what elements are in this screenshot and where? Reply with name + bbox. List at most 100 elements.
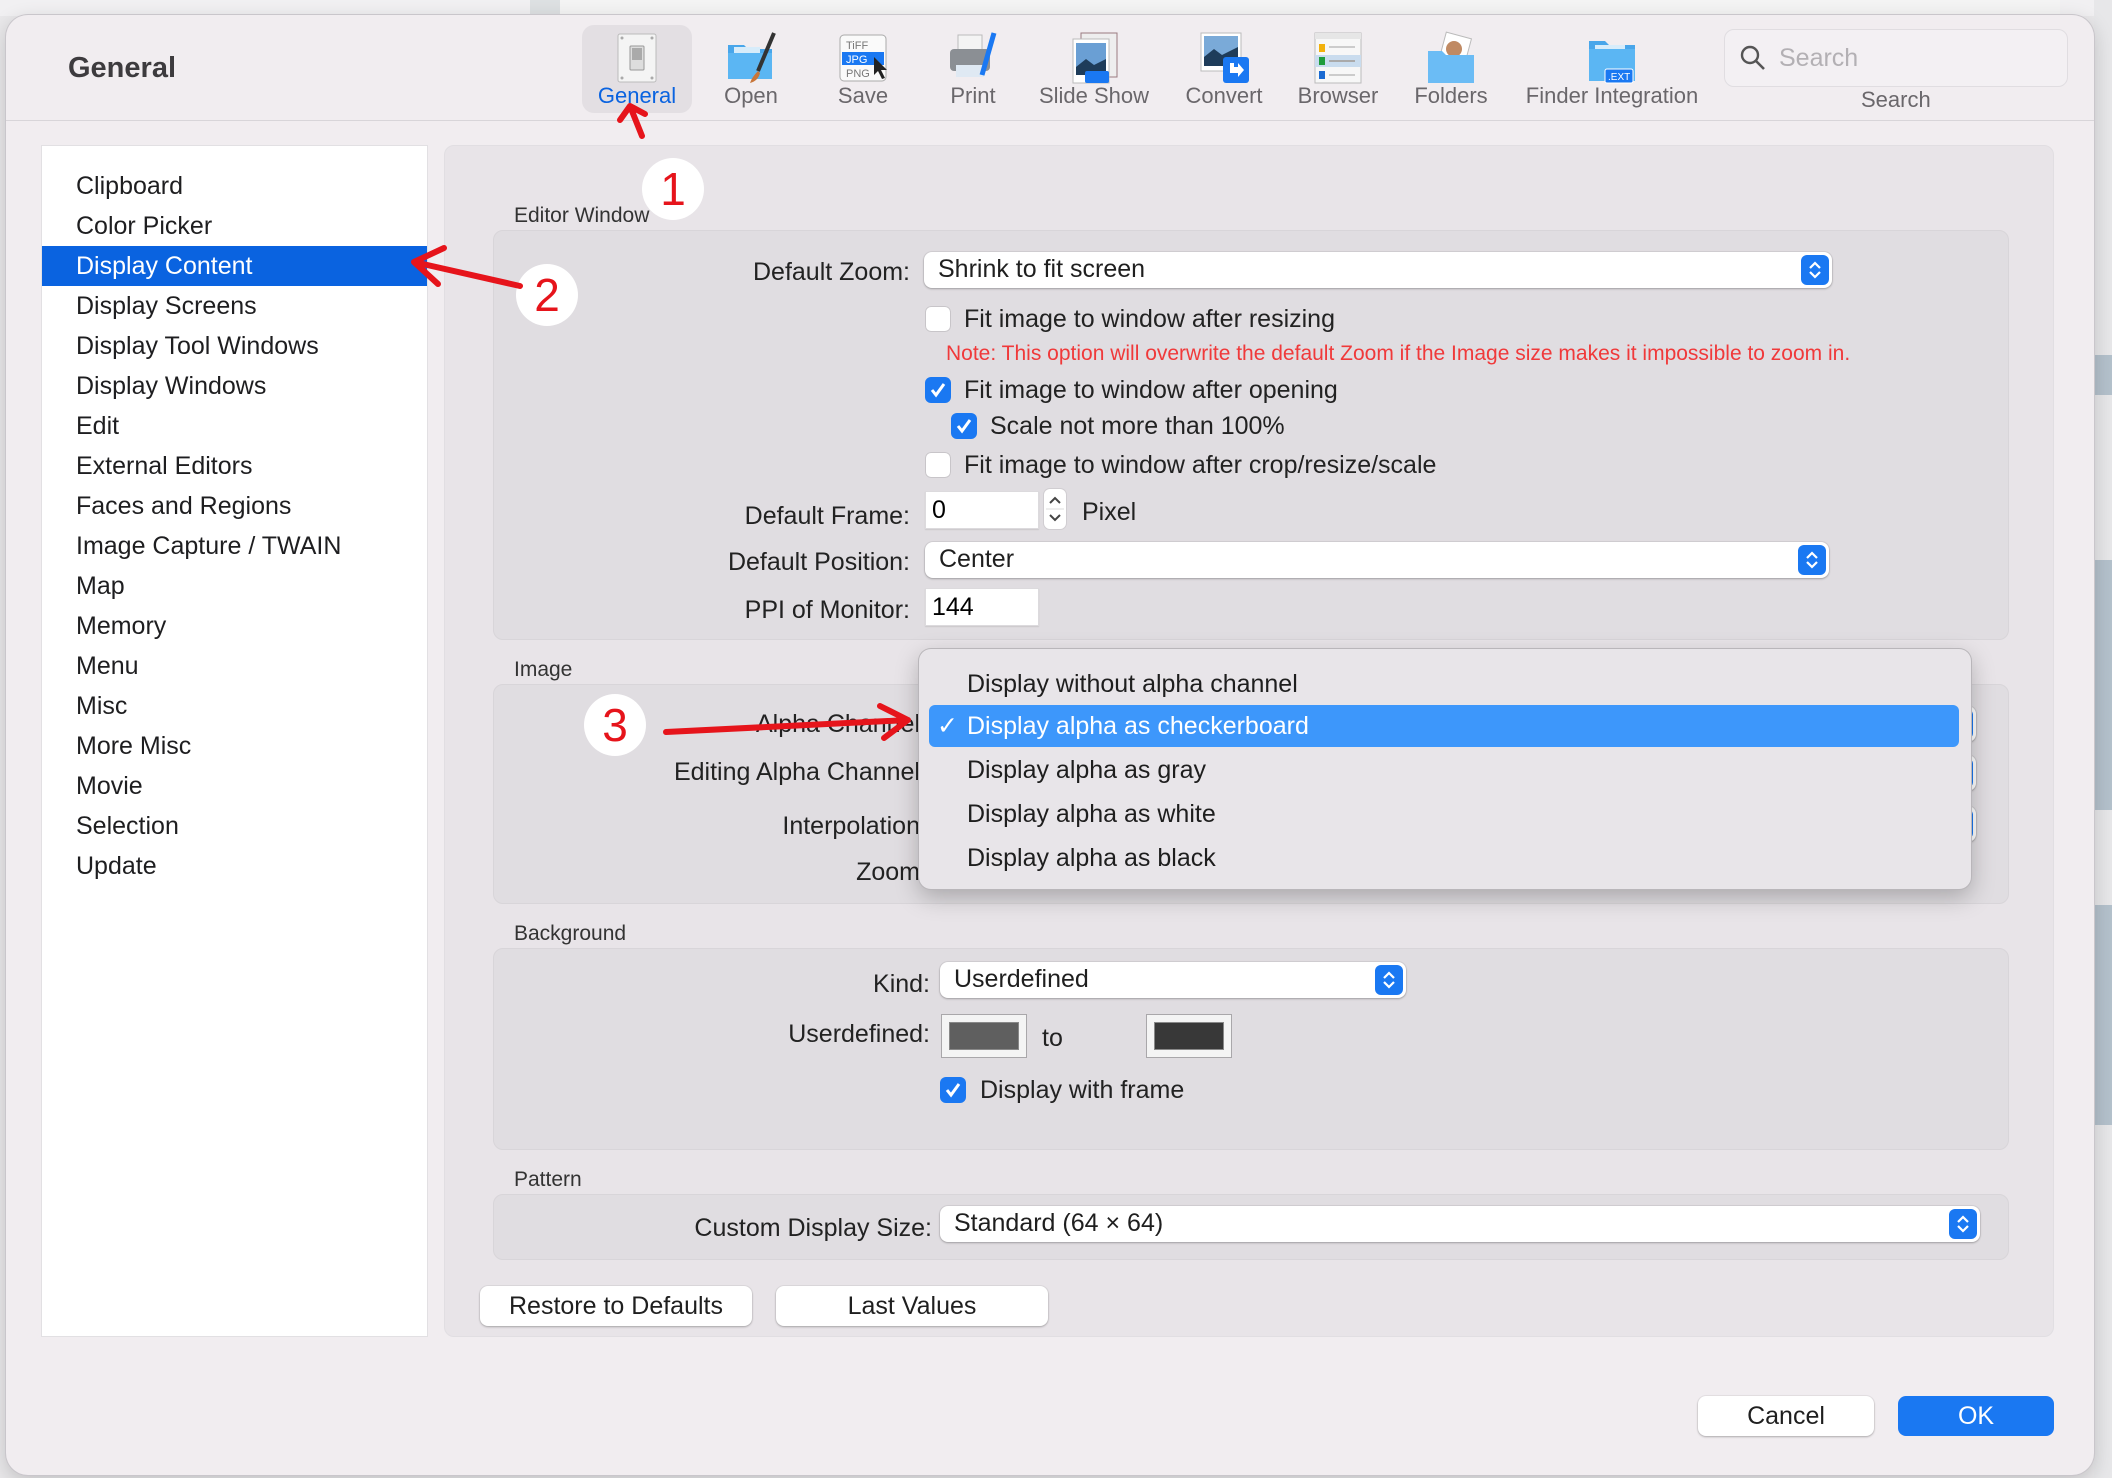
search-input[interactable] [1777,40,2051,76]
toolbar-finder-integration[interactable]: .EXT Finder Integration [1514,25,1710,113]
toolbar-label: Convert [1185,83,1263,108]
userdefined-to-label: to [1042,1024,1063,1052]
menu-item-checkerboard[interactable]: ✓ Display alpha as checkerboard [929,705,1959,747]
default-position-select[interactable]: Center [925,542,1829,578]
toolbar-save[interactable]: TiFF JPG PNG Save [818,25,908,113]
fit-after-opening-checkbox[interactable] [925,377,951,403]
color-well-from[interactable] [941,1014,1027,1058]
toolbar-label: General [597,83,677,108]
annotation-marker-3: 3 [584,694,646,756]
color-well-to[interactable] [1146,1014,1232,1058]
default-zoom-label: Default Zoom: [752,258,910,286]
svg-text:.EXT: .EXT [1608,72,1630,83]
fit-after-resizing-label: Fit image to window after resizing [964,305,1335,333]
section-title-background: Background [514,922,627,945]
cancel-button[interactable]: Cancel [1698,1396,1874,1436]
toolbar-label: Finder Integration [1525,83,1699,108]
toolbar-convert[interactable]: Convert [1176,25,1272,113]
sidebar-item-edit[interactable]: Edit [42,406,427,446]
sidebar-item-update[interactable]: Update [42,846,427,886]
toolbar: General General Open TiFF JPG PNG Save Pri… [6,15,2094,121]
last-values-button[interactable]: Last Values [776,1286,1048,1326]
window-title: General [68,52,176,84]
scale-not-more-checkbox[interactable] [951,413,977,439]
menu-item-label: Display alpha as black [967,844,1216,872]
printer-icon [946,31,1000,85]
zoom-note: Note: This option will overwrite the def… [946,342,1851,365]
annotation-marker-1: 1 [642,158,704,220]
light-switch-icon [610,31,664,85]
zoom-label: Zoom [856,858,920,886]
toolbar-label: Save [837,83,889,108]
display-with-frame-checkbox[interactable] [940,1077,966,1103]
toolbar-browser[interactable]: Browser [1288,25,1388,113]
sidebar-item-more-misc[interactable]: More Misc [42,726,427,766]
browser-icon [1311,31,1365,85]
chevron-updown-icon [1375,965,1403,995]
slideshow-icon [1067,31,1121,85]
sidebar-item-clipboard[interactable]: Clipboard [42,166,427,206]
sidebar-item-image-capture[interactable]: Image Capture / TWAIN [42,526,427,566]
menu-item-label: Display alpha as white [967,800,1216,828]
custom-display-size-label: Custom Display Size: [694,1214,932,1242]
section-title-editor-window: Editor Window [514,204,650,227]
custom-display-size-value: Standard (64 × 64) [954,1209,1164,1237]
folder-ext-icon: .EXT [1585,31,1639,85]
search-field[interactable] [1724,29,2068,87]
svg-text:JPG: JPG [846,54,867,66]
restore-defaults-button[interactable]: Restore to Defaults [480,1286,752,1326]
menu-item-black[interactable]: Display alpha as black [929,837,1959,879]
sidebar-item-display-content[interactable]: Display Content [42,246,427,286]
default-frame-stepper[interactable] [1044,489,1066,529]
default-frame-label: Default Frame: [744,502,910,530]
chevron-updown-icon [1798,545,1826,575]
sidebar-item-movie[interactable]: Movie [42,766,427,806]
ok-button[interactable]: OK [1898,1396,2054,1436]
toolbar-print[interactable]: Print [928,25,1018,113]
sidebar-item-map[interactable]: Map [42,566,427,606]
menu-item-without-alpha[interactable]: Display without alpha channel [929,663,1959,705]
background-window-right [2094,0,2112,1478]
toolbar-general[interactable]: General [582,25,692,113]
fit-after-crop-checkbox[interactable] [925,452,951,478]
sidebar-item-misc[interactable]: Misc [42,686,427,726]
background-window-edge [0,0,2112,16]
menu-item-gray[interactable]: Display alpha as gray [929,749,1959,791]
annotation-marker-2: 2 [516,264,578,326]
default-frame-unit: Pixel [1082,498,1137,526]
sidebar-item-display-windows[interactable]: Display Windows [42,366,427,406]
sidebar-item-menu[interactable]: Menu [42,646,427,686]
menu-item-white[interactable]: Display alpha as white [929,793,1959,835]
toolbar-label: Folders [1414,83,1488,108]
userdefined-label: Userdefined: [788,1020,930,1048]
default-frame-input[interactable] [925,491,1039,529]
default-position-value: Center [939,545,1015,573]
default-zoom-select[interactable]: Shrink to fit screen [924,252,1832,288]
ppi-input[interactable] [925,588,1039,626]
toolbar-open[interactable]: Open [706,25,796,113]
custom-display-size-select[interactable]: Standard (64 × 64) [940,1206,1980,1242]
svg-text:TiFF: TiFF [846,40,868,52]
sidebar-item-memory[interactable]: Memory [42,606,427,646]
search-icon [1739,44,1767,72]
sidebar-item-selection[interactable]: Selection [42,806,427,846]
kind-select[interactable]: Userdefined [940,962,1406,998]
toolbar-folders[interactable]: Folders [1404,25,1498,113]
interpolation-label: Interpolation [782,812,920,840]
kind-value: Userdefined [954,965,1089,993]
folder-photo-icon [1424,31,1478,85]
fit-after-crop-label: Fit image to window after crop/resize/sc… [964,451,1437,479]
fit-after-resizing-checkbox[interactable] [925,306,951,332]
display-with-frame-label: Display with frame [980,1076,1185,1104]
chevron-updown-icon [1949,1209,1977,1239]
sidebar-item-faces-and-regions[interactable]: Faces and Regions [42,486,427,526]
sidebar-item-display-tool-windows[interactable]: Display Tool Windows [42,326,427,366]
folder-brush-icon [724,31,778,85]
sidebar-item-color-picker[interactable]: Color Picker [42,206,427,246]
sidebar-item-external-editors[interactable]: External Editors [42,446,427,486]
sidebar-item-display-screens[interactable]: Display Screens [42,286,427,326]
menu-item-label: Display alpha as gray [967,756,1207,784]
checkmark-icon: ✓ [937,712,958,740]
toolbar-slide-show[interactable]: Slide Show [1034,25,1154,113]
scale-not-more-label: Scale not more than 100% [990,412,1285,440]
